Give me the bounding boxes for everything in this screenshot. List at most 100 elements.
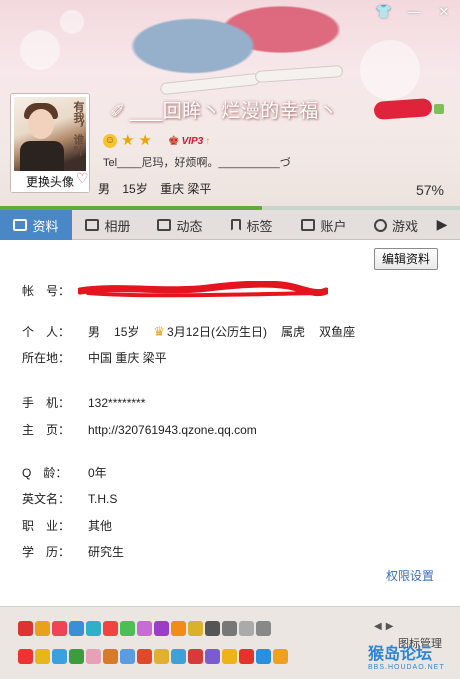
completion-percent: 57% [415,182,444,198]
service-app-icon[interactable] [222,621,237,636]
next-page-icon[interactable]: ▶ [386,621,394,632]
personal-label: 个 人： [22,325,71,339]
birthday-crown-icon: ♛ [153,323,166,339]
service-app-icon[interactable] [273,649,288,664]
background-bokeh [20,30,60,70]
personal-zodiac: 属虎 [281,325,306,339]
english-name-row: 英文名： T.H.S [22,490,117,507]
service-app-icon[interactable] [18,621,33,636]
service-app-icon[interactable] [120,621,135,636]
service-app-icon[interactable] [188,621,203,636]
tab-feed[interactable]: 动态 [144,210,216,240]
tab-album[interactable]: 相册 [72,210,144,240]
service-app-icon[interactable] [188,649,203,664]
service-app-icon[interactable] [137,649,152,664]
prev-page-icon[interactable]: ◀ [374,621,382,632]
age: 15岁 [122,182,148,196]
service-app-icon[interactable] [103,621,118,636]
watermark-text: 猴岛论坛 [368,644,433,663]
service-app-icon[interactable] [52,621,67,636]
tab-profile[interactable]: 资料 [0,210,72,240]
tab-tags[interactable]: 标签 [216,210,288,240]
service-app-icon[interactable] [86,649,101,664]
tab-label: 账户 [320,218,347,234]
sun-level-icon[interactable]: ☺ [103,134,117,148]
background-bokeh [360,40,420,100]
service-app-icon[interactable] [222,649,237,664]
personal-age: 15岁 [114,325,140,339]
star-level-icon[interactable]: ★ [121,133,134,148]
service-app-icon[interactable] [154,649,169,664]
qage-row: Q 龄： 0年 [22,464,107,481]
service-app-icon[interactable] [103,649,118,664]
service-app-icon[interactable] [205,621,220,636]
gender: 男 [98,182,111,196]
location: 重庆 梁平 [160,182,212,196]
avatar-face [28,109,54,139]
window-controls: 👕 — ✕ [374,4,454,20]
service-app-icon[interactable] [69,649,84,664]
qage-label: Q 龄： [22,466,68,480]
profile-card-icon [13,219,28,231]
service-icon-row [18,649,288,664]
service-app-icon[interactable] [86,621,101,636]
nickname: ✐ ___回眸丶烂漫的幸福丶 [110,96,338,123]
tab-label: 游戏 [391,218,418,234]
service-app-icon[interactable] [205,649,220,664]
status-icon [434,104,444,114]
service-app-icon[interactable] [18,649,33,664]
vip-crown-icon: ♚ [167,133,180,148]
homepage-row: 主 页： http://320761943.qzone.qq.com [22,421,257,438]
vip-badge[interactable]: ♚ VIP3 ↑ [168,133,210,149]
tab-bar: 资料 相册 动态 标签 账户 游戏 ▶ [0,210,460,240]
profile-details: 编辑资料 帐 号： 个 人： 男 15岁 ♛ 3月12日(公历生日) 属虎 双鱼… [0,241,460,606]
minimize-icon[interactable]: — [404,4,424,20]
permission-settings-link[interactable]: 权限设置 [386,567,434,584]
service-app-icon[interactable] [69,621,84,636]
feed-icon [157,219,172,231]
service-app-icon[interactable] [137,621,152,636]
service-app-icon[interactable] [239,649,254,664]
homepage-link[interactable]: http://320761943.qzone.qq.com [88,423,257,437]
feather-icon: ✐ [110,101,126,121]
signature[interactable]: Tel____尼玛，好烦啊。__________づ [103,154,291,170]
nickname-text: ___回眸丶烂漫的幸福丶 [129,101,339,122]
profile-header: 👕 — ✕ 有我，谁叶 更换头像 ♡ ✐ ___回眸丶烂漫的幸福丶 ☺ ★ ★ ♚… [0,0,460,210]
service-app-icon[interactable] [35,649,50,664]
vip-level: VIP3 [181,135,204,147]
tab-games[interactable]: 游戏 [360,210,432,240]
tab-label: 动态 [176,218,203,234]
personal-gender: 男 [88,325,101,339]
service-app-icon[interactable] [120,649,135,664]
english-name-label: 英文名： [22,492,71,506]
service-icons-bar: ◀ ▶ 图标管理 猴岛论坛 BBS.HOUDAO.NET [0,606,460,679]
service-app-icon[interactable] [239,621,254,636]
service-app-icon[interactable] [35,621,50,636]
education-value: 研究生 [88,545,125,559]
skin-icon[interactable]: 👕 [374,4,394,20]
phone-label: 手 机： [22,396,71,410]
personal-value: 男 15岁 ♛ 3月12日(公历生日) 属虎 双鱼座 [88,323,369,340]
tabs-scroll-right-icon[interactable]: ▶ [432,210,452,239]
edit-profile-button[interactable]: 编辑资料 [373,248,438,270]
service-app-icon[interactable] [52,649,67,664]
service-app-icon[interactable] [256,649,271,664]
sneaker-sole [254,64,344,84]
service-app-icon[interactable] [256,621,271,636]
game-icon [373,218,387,232]
vip-up-arrow-icon: ↑ [205,135,211,147]
education-label: 学 历： [22,545,71,559]
avatar-shirt [20,141,64,171]
close-icon[interactable]: ✕ [434,4,454,20]
location-row: 所在地： 中国 重庆 梁平 [22,349,167,366]
job-row: 职 业： 其他 [22,517,112,534]
tab-account[interactable]: 账户 [288,210,360,240]
background-bokeh [60,10,84,34]
service-icon-row [18,621,271,636]
service-app-icon[interactable] [171,649,186,664]
redacted-account-scribble [78,281,328,298]
star-level-icon[interactable]: ★ [138,133,151,148]
job-value: 其他 [88,519,113,533]
service-app-icon[interactable] [154,621,169,636]
service-app-icon[interactable] [171,621,186,636]
